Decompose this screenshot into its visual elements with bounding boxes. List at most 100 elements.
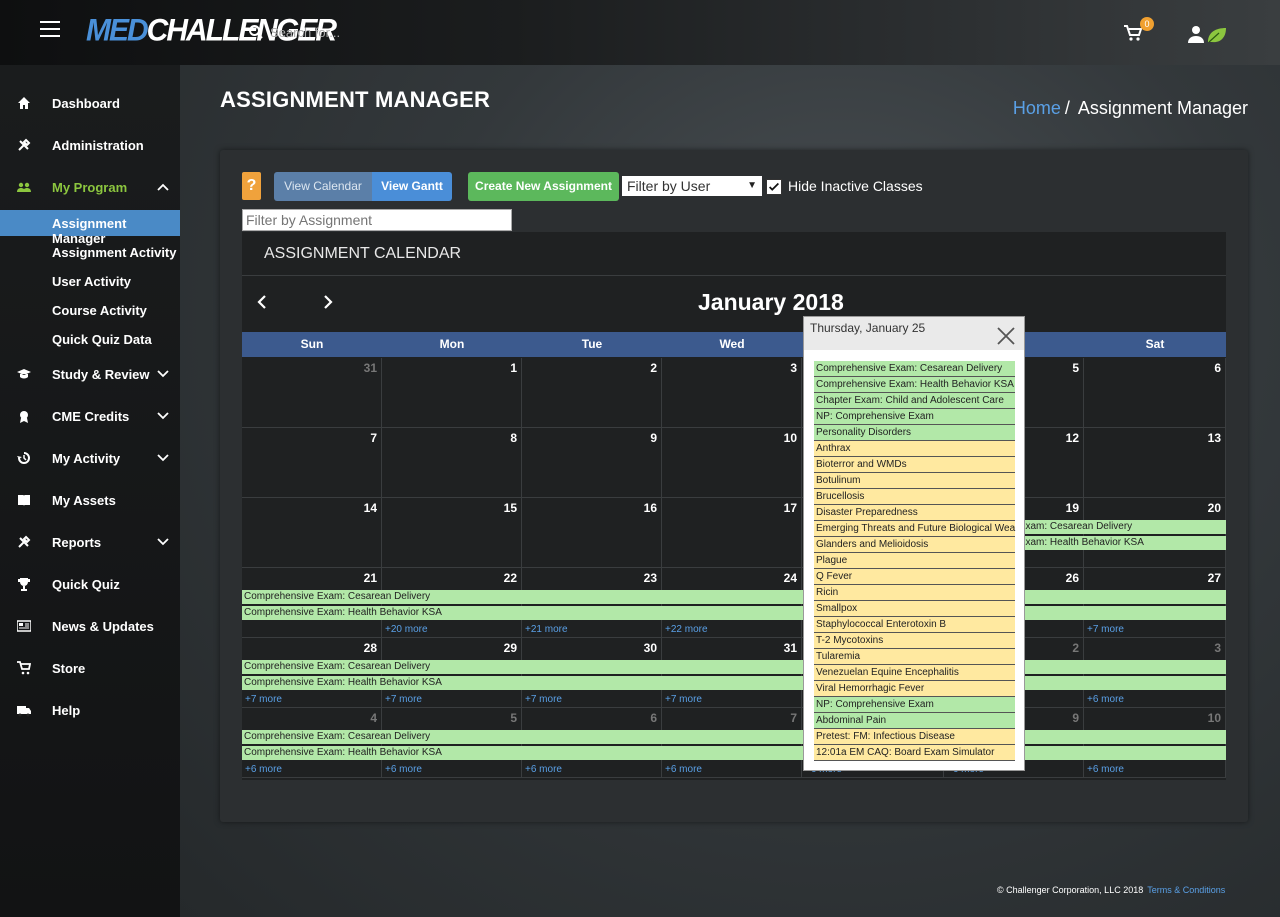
sidebar-item-my-program[interactable]: My Program — [0, 172, 180, 202]
leaf-icon[interactable] — [1206, 26, 1228, 44]
sidebar-subitem-assignment-manager[interactable]: Assignment Manager — [0, 210, 180, 246]
view-calendar-button[interactable]: View Calendar — [274, 172, 372, 201]
more-events-link[interactable]: +6 more — [525, 764, 562, 775]
sidebar-item-store[interactable]: Store — [0, 653, 180, 683]
sidebar-item-cme-credits[interactable]: CME Credits — [0, 401, 180, 431]
more-events-link[interactable]: +7 more — [245, 694, 282, 705]
day-cell[interactable]: 13 — [1084, 428, 1226, 498]
popover-event-item[interactable]: Viral Hemorrhagic Fever — [814, 681, 1015, 697]
day-cell[interactable]: 7 — [242, 428, 382, 498]
more-events-link[interactable]: +7 more — [525, 694, 562, 705]
sidebar-item-my-activity[interactable]: My Activity — [0, 443, 180, 473]
sidebar-item-label: Reports — [52, 534, 102, 550]
popover-event-list: Comprehensive Exam: Cesarean Delivery Com… — [814, 361, 1015, 761]
event-bar[interactable]: Comprehensive Exam: Cesarean Delivery — [242, 590, 1226, 604]
user-icon[interactable] — [1186, 25, 1206, 43]
day-cell[interactable]: 3 — [662, 358, 802, 428]
popover-event-item[interactable]: Chapter Exam: Child and Adolescent Care — [814, 393, 1015, 409]
more-events-link[interactable]: +6 more — [385, 764, 422, 775]
popover-event-item[interactable]: Abdominal Pain — [814, 713, 1015, 729]
event-bar[interactable]: Comprehensive Exam: Health Behavior KSA — [242, 676, 1226, 690]
popover-event-item[interactable]: Comprehensive Exam: Cesarean Delivery — [814, 361, 1015, 377]
popover-event-item[interactable]: NP: Comprehensive Exam — [814, 409, 1015, 425]
more-events-link[interactable]: +22 more — [665, 624, 708, 635]
more-events-link[interactable]: +7 more — [1087, 624, 1124, 635]
popover-event-item[interactable]: Q Fever — [814, 569, 1015, 585]
filter-by-assignment-input[interactable] — [242, 209, 512, 231]
popover-event-item[interactable]: NP: Comprehensive Exam — [814, 697, 1015, 713]
popover-event-item[interactable]: Plague — [814, 553, 1015, 569]
sidebar-item-quick-quiz[interactable]: Quick Quiz — [0, 569, 180, 599]
sidebar-subitem-quick-quiz-data[interactable]: Quick Quiz Data — [0, 326, 180, 352]
day-number: 7 — [790, 711, 797, 725]
sidebar-item-reports[interactable]: Reports — [0, 527, 180, 557]
popover-event-item[interactable]: 12:01a EM CAQ: Board Exam Simulator — [814, 745, 1015, 761]
more-events-link[interactable]: +6 more — [665, 764, 702, 775]
sidebar-subitem-course-activity[interactable]: Course Activity — [0, 297, 180, 323]
popover-event-item[interactable]: Anthrax — [814, 441, 1015, 457]
sidebar-subitem-user-activity[interactable]: User Activity — [0, 268, 180, 294]
more-events-link[interactable]: +6 more — [1087, 764, 1124, 775]
help-button[interactable]: ? — [242, 172, 261, 200]
more-events-link[interactable]: +21 more — [525, 624, 568, 635]
more-events-link[interactable]: +6 more — [245, 764, 282, 775]
day-cell[interactable]: 16 — [522, 498, 662, 568]
popover-event-item[interactable]: Pretest: FM: Infectious Disease — [814, 729, 1015, 745]
popover-event-item[interactable]: Emerging Threats and Future Biological W… — [814, 521, 1015, 537]
popover-event-item[interactable]: Glanders and Melioidosis — [814, 537, 1015, 553]
popover-event-item[interactable]: Staphylococcal Enterotoxin B — [814, 617, 1015, 633]
month-title: January 2018 — [698, 289, 844, 315]
more-events-link[interactable]: +20 more — [385, 624, 428, 635]
day-cell[interactable]: 8 — [382, 428, 522, 498]
event-bar[interactable]: Comprehensive Exam: Cesarean Delivery — [242, 730, 1226, 744]
day-cell[interactable]: 17 — [662, 498, 802, 568]
sidebar-item-dashboard[interactable]: Dashboard — [0, 88, 180, 118]
more-events-link[interactable]: +6 more — [1087, 694, 1124, 705]
terms-link[interactable]: Terms & Conditions — [1147, 885, 1225, 895]
sidebar-subitem-assignment-activity[interactable]: Assignment Activity — [0, 239, 180, 265]
popover-event-item[interactable]: Brucellosis — [814, 489, 1015, 505]
popover-event-item[interactable]: Botulinum — [814, 473, 1015, 489]
popover-event-item[interactable]: Tularemia — [814, 649, 1015, 665]
popover-event-item[interactable]: Venezuelan Equine Encephalitis — [814, 665, 1015, 681]
popover-event-item[interactable]: Bioterror and WMDs — [814, 457, 1015, 473]
event-bar[interactable]: Comprehensive Exam: Health Behavior KSA — [242, 606, 1226, 620]
popover-event-item[interactable]: Ricin — [814, 585, 1015, 601]
day-cell[interactable]: 1 — [382, 358, 522, 428]
more-events-link[interactable]: +7 more — [385, 694, 422, 705]
popover-event-item[interactable]: Comprehensive Exam: Health Behavior KSA — [814, 377, 1015, 393]
day-cell[interactable]: 9 — [522, 428, 662, 498]
sidebar-item-my-assets[interactable]: My Assets — [0, 485, 180, 515]
sidebar-item-help[interactable]: Help — [0, 695, 180, 725]
next-month-chevron-icon[interactable] — [321, 294, 335, 310]
event-bar[interactable]: Comprehensive Exam: Cesarean Delivery — [242, 660, 1226, 674]
close-icon[interactable] — [996, 326, 1016, 346]
menu-toggle-icon[interactable] — [40, 21, 60, 37]
prev-month-chevron-icon[interactable] — [255, 294, 269, 310]
search-input[interactable] — [270, 21, 570, 43]
create-assignment-button[interactable]: Create New Assignment — [468, 172, 619, 201]
users-icon — [17, 182, 31, 192]
popover-event-item[interactable]: Disaster Preparedness — [814, 505, 1015, 521]
view-gantt-button[interactable]: View Gantt — [372, 172, 452, 201]
day-cell[interactable]: 14 — [242, 498, 382, 568]
sidebar-item-news-updates[interactable]: News & Updates — [0, 611, 180, 641]
popover-event-item[interactable]: Personality Disorders — [814, 425, 1015, 441]
day-cell[interactable]: 6 — [1084, 358, 1226, 428]
popover-event-item[interactable]: T-2 Mycotoxins — [814, 633, 1015, 649]
sidebar-item-label: My Activity — [52, 450, 121, 466]
day-number: 29 — [503, 641, 517, 655]
sidebar-item-administration[interactable]: Administration — [0, 130, 180, 160]
day-cell[interactable]: 2 — [522, 358, 662, 428]
day-cell[interactable]: 10 — [662, 428, 802, 498]
filter-by-user-select[interactable]: Filter by User ▼ — [622, 176, 762, 196]
more-events-link[interactable]: +7 more — [665, 694, 702, 705]
event-bar[interactable]: Comprehensive Exam: Health Behavior KSA — [242, 746, 1226, 760]
day-cell[interactable]: 31 — [242, 358, 382, 428]
sidebar-item-study-review[interactable]: Study & Review — [0, 359, 180, 389]
day-cell[interactable]: 15 — [382, 498, 522, 568]
breadcrumb-home-link[interactable]: Home — [1013, 98, 1061, 118]
popover-event-item[interactable]: Smallpox — [814, 601, 1015, 617]
hide-inactive-checkbox[interactable] — [766, 179, 782, 195]
day-events-popover: Thursday, January 25 Comprehensive Exam:… — [803, 316, 1025, 771]
